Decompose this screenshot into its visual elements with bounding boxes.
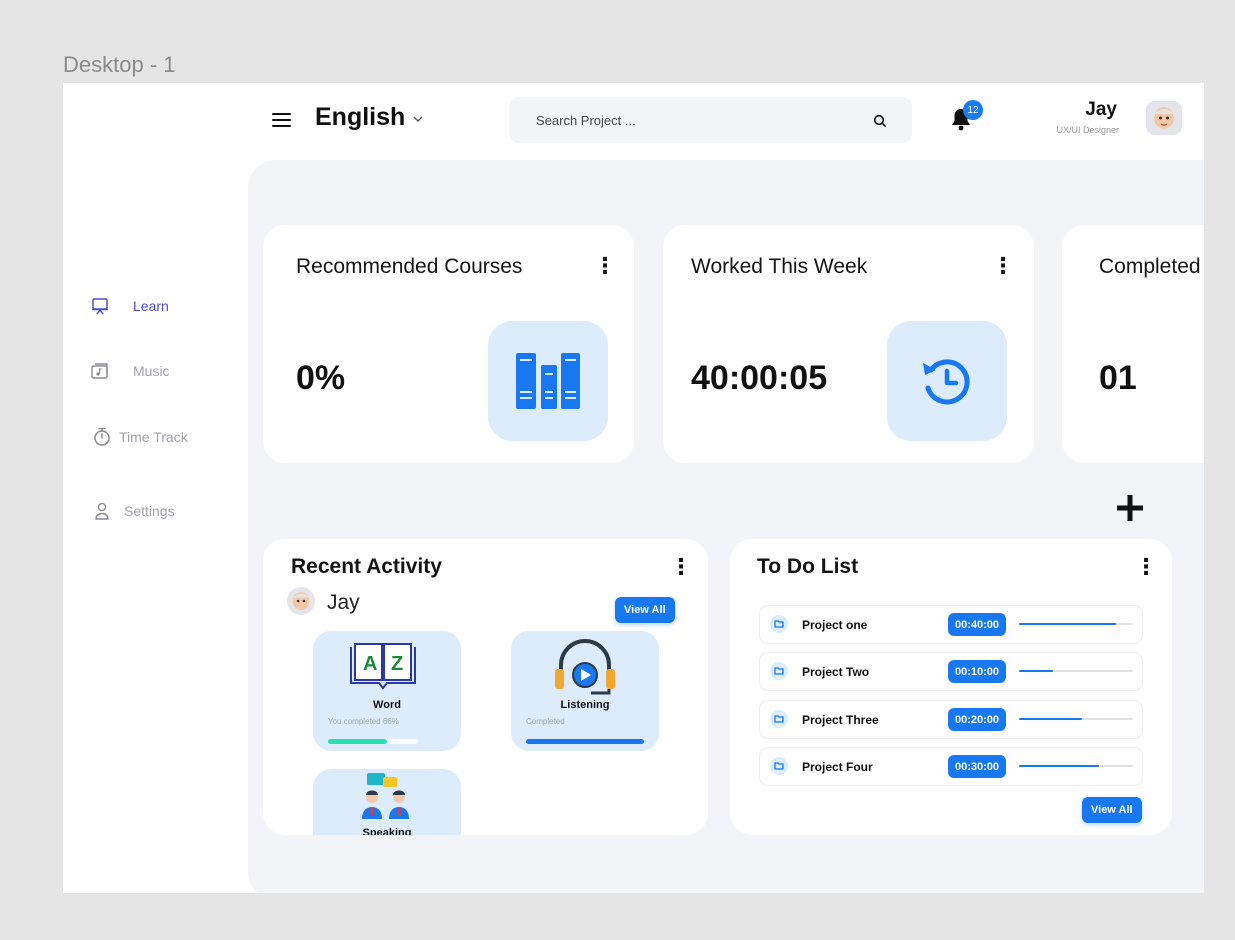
books-icon [488,321,608,441]
stat-title: Completed [1099,255,1201,278]
notification-badge: 12 [963,100,983,120]
sidebar-item-time-track[interactable]: Time Track [93,427,188,447]
todo-progress-fill [1019,765,1099,767]
more-options-icon[interactable]: ⋮ [594,255,616,277]
more-options-icon[interactable]: ⋮ [670,556,692,578]
tile-progress-bar [526,739,644,744]
todo-item-name: Project one [802,618,868,632]
frame-label: Desktop - 1 [63,52,176,77]
language-selector[interactable]: English [315,103,423,132]
todo-item[interactable]: Project one 00:40:00 [759,605,1143,644]
stat-title: Recommended Courses [296,255,523,278]
search-bar [509,97,912,143]
sidebar-item-label: Settings [124,503,175,519]
tile-title: Speaking [362,827,412,835]
stopwatch-icon [93,427,119,447]
folder-icon [770,662,788,680]
folder-icon [770,757,788,775]
todo-item-name: Project Four [802,760,873,774]
dictionary-icon: AZ [349,643,417,694]
todo-item-name: Project Two [802,665,870,679]
folder-icon [770,710,788,728]
todo-list-card: To Do List ⋮ Project one 00:40:00 Projec… [730,539,1172,835]
search-input[interactable] [536,97,856,143]
tile-title: Word [373,699,401,711]
user-role: UX/UI Designer [1056,125,1119,135]
music-icon [91,362,133,380]
view-all-button[interactable]: View All [1082,797,1142,823]
todo-item[interactable]: Project Two 00:10:00 [759,652,1143,691]
menu-button[interactable] [272,112,292,128]
avatar [287,587,315,615]
tile-subtitle: Completed [526,717,565,726]
stat-card-completed: Completed 01 [1062,225,1204,463]
todo-progress-bar [1019,623,1133,625]
todo-progress-fill [1019,623,1116,625]
stat-value: 0% [296,359,346,397]
section-title: Recent Activity [291,555,442,578]
activity-tile-listening[interactable]: Listening Completed [511,631,659,751]
section-title: To Do List [757,555,859,578]
activity-tile-speaking[interactable]: Speaking [313,769,461,835]
sidebar-item-music[interactable]: Music [91,362,170,380]
stat-card-worked-this-week: Worked This Week ⋮ 40:00:05 [663,225,1034,463]
stat-card-recommended-courses: Recommended Courses ⋮ 0% [263,225,634,463]
history-clock-icon [887,321,1007,441]
sidebar-item-settings[interactable]: Settings [94,502,175,520]
todo-item-time: 00:30:00 [948,755,1006,778]
sidebar-item-label: Music [133,363,170,379]
svg-text:A: A [363,653,377,675]
sidebar-item-label: Learn [133,298,169,314]
stat-value: 01 [1099,359,1137,397]
stat-value: 40:00:05 [691,359,828,397]
tile-subtitle: You completed 66% [328,717,399,726]
avatar[interactable] [1146,101,1182,135]
todo-progress-fill [1019,670,1054,672]
stat-title: Worked This Week [691,255,868,278]
todo-item-time: 00:20:00 [948,708,1006,731]
tile-title: Listening [560,699,610,711]
todo-progress-bar [1019,765,1133,767]
conversation-icon [359,773,415,828]
tile-progress-fill [328,739,388,744]
todo-progress-bar [1019,670,1133,672]
view-all-button[interactable]: View All [615,597,675,623]
activity-tile-word[interactable]: AZ Word You completed 66% [313,631,461,751]
more-options-icon[interactable]: ⋮ [992,255,1014,277]
more-options-icon[interactable]: ⋮ [1135,556,1157,578]
sidebar-item-learn[interactable]: Learn [91,297,169,315]
search-icon[interactable] [873,114,887,133]
tile-progress-fill [526,739,644,744]
language-label: English [315,103,406,131]
todo-item[interactable]: Project Three 00:20:00 [759,700,1143,739]
bell-icon [950,109,972,136]
svg-text:Z: Z [391,653,403,675]
recent-activity-card: Recent Activity ⋮ Jay View All AZ Word Y… [263,539,708,835]
todo-progress-fill [1019,718,1082,720]
user-name: Jay [1085,99,1117,120]
monitor-icon [91,297,133,315]
headphones-icon [553,637,617,702]
tile-progress-bar [328,739,418,744]
todo-item-time: 00:10:00 [948,660,1006,683]
app-frame: Learn Music Time Track Settings English [63,83,1204,893]
add-button[interactable] [1115,493,1145,528]
activity-user-name: Jay [327,591,360,614]
todo-item-time: 00:40:00 [948,613,1006,636]
sidebar-item-label: Time Track [119,429,188,445]
notifications-button[interactable]: 12 [950,100,983,136]
todo-item-name: Project Three [802,713,879,727]
chevron-down-icon [413,109,423,127]
folder-icon [770,615,788,633]
user-icon [94,502,124,520]
todo-item[interactable]: Project Four 00:30:00 [759,747,1143,786]
todo-progress-bar [1019,718,1133,720]
